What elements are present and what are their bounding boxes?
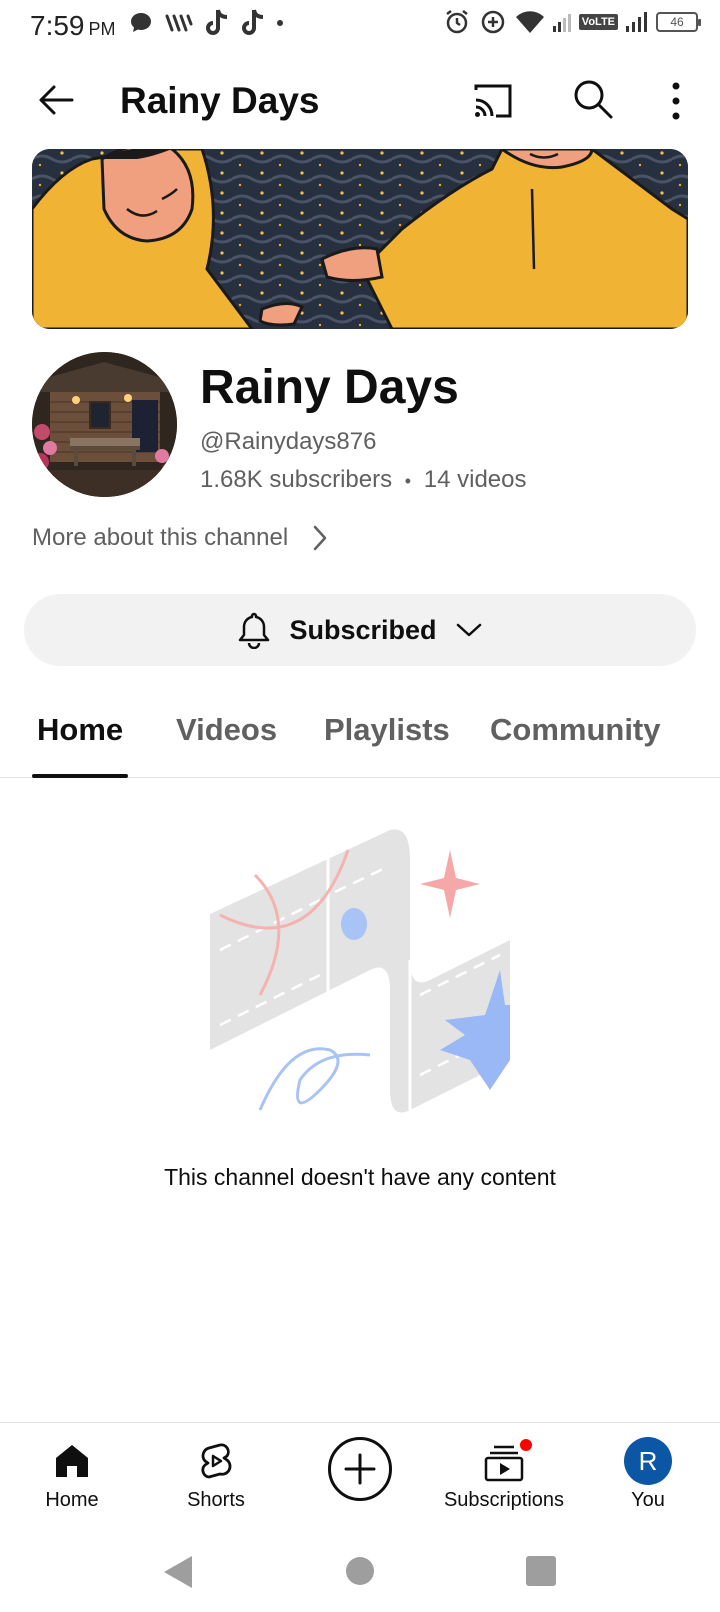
status-notification-icons [128, 8, 284, 38]
nav-subscriptions-icon-wrap [434, 1433, 574, 1489]
nav-home[interactable]: Home [2, 1433, 142, 1512]
subscribed-button[interactable]: Subscribed [24, 594, 696, 666]
signal-waves-icon [165, 14, 193, 32]
cast-icon[interactable] [470, 78, 516, 124]
channel-name: Rainy Days [200, 361, 459, 414]
nav-home-icon-wrap [2, 1433, 142, 1489]
nav-subscriptions[interactable]: Subscriptions [434, 1433, 574, 1512]
tab-community[interactable]: Community [490, 712, 661, 748]
notification-dot [518, 1437, 534, 1453]
create-icon [328, 1437, 392, 1501]
channel-avatar[interactable] [32, 352, 177, 497]
alarm-icon [446, 10, 468, 34]
status-system-icons: VoLTE 46 [443, 8, 701, 36]
active-tab-indicator [32, 774, 128, 778]
search-icon[interactable] [570, 76, 616, 122]
more-vert-icon[interactable] [656, 78, 696, 124]
channel-banner [32, 149, 688, 329]
data-saver-icon [481, 10, 505, 34]
subscriber-count: 1.68K subscribers [200, 466, 393, 493]
nav-you-label: You [631, 1489, 665, 1511]
tiktok-icon-2 [242, 9, 264, 35]
avatar: R [624, 1437, 672, 1485]
more-about-channel-link[interactable]: More about this channel [32, 524, 328, 552]
nav-create[interactable] [290, 1433, 430, 1505]
battery-indicator: 46 [656, 12, 701, 32]
stats-separator: • [404, 471, 412, 491]
chevron-down-icon [456, 623, 481, 637]
empty-state-illustration [210, 829, 510, 1113]
channel-stats: 1.68K subscribers • 14 videos [200, 466, 527, 494]
tab-playlists[interactable]: Playlists [324, 712, 450, 748]
channel-avatar-image [32, 352, 177, 497]
system-navigation [0, 1534, 720, 1612]
channel-tabs: Home Videos Playlists Community [0, 702, 720, 778]
plus-icon [344, 1453, 376, 1485]
more-about-label: More about this channel [32, 524, 289, 551]
back-arrow-icon[interactable] [34, 78, 78, 122]
status-bar: 7:59 PM VoLTE 46 [0, 0, 720, 54]
status-time-ampm: PM [88, 19, 116, 39]
home-icon [56, 1445, 88, 1477]
cell-signal-icon-2 [626, 12, 647, 32]
empty-state-message: This channel doesn't have any content [164, 1164, 556, 1190]
status-time-value: 7:59 [30, 10, 85, 41]
nav-shorts-label: Shorts [187, 1489, 245, 1511]
bell-icon [239, 612, 270, 649]
nav-you[interactable]: R You [578, 1433, 718, 1512]
nav-subscriptions-label: Subscriptions [443, 1489, 565, 1511]
tiktok-icon [206, 9, 228, 35]
status-time: 7:59 PM [30, 10, 116, 42]
channel-handle: @Rainydays876 [200, 428, 377, 455]
tab-videos[interactable]: Videos [176, 712, 277, 748]
cell-signal-icon-1 [552, 14, 571, 32]
chevron-right-icon [313, 525, 327, 551]
wifi-icon [515, 11, 544, 33]
chat-bubble-icon [131, 13, 151, 32]
nav-create-icon-wrap [290, 1433, 430, 1505]
app-bar: Rainy Days [0, 60, 720, 140]
nav-shorts[interactable]: Shorts [146, 1433, 286, 1512]
page-title: Rainy Days [120, 80, 320, 121]
system-back-icon[interactable] [162, 1554, 194, 1590]
nav-shorts-icon-wrap [146, 1433, 286, 1489]
banner-illustration [32, 149, 688, 329]
system-recents-icon[interactable] [526, 1556, 556, 1586]
bottom-navigation: Home Shorts Subscriptions R You [0, 1422, 720, 1534]
nav-home-label: Home [45, 1489, 99, 1511]
more-notifications-dot-icon [277, 20, 283, 26]
subscribed-label: Subscribed [289, 614, 437, 645]
video-count: 14 videos [423, 466, 527, 493]
shorts-icon [201, 1443, 232, 1479]
tab-home[interactable]: Home [37, 712, 123, 748]
system-home-icon[interactable] [346, 1557, 374, 1585]
nav-you-icon-wrap: R [578, 1433, 718, 1489]
volte-badge: VoLTE [578, 14, 618, 30]
